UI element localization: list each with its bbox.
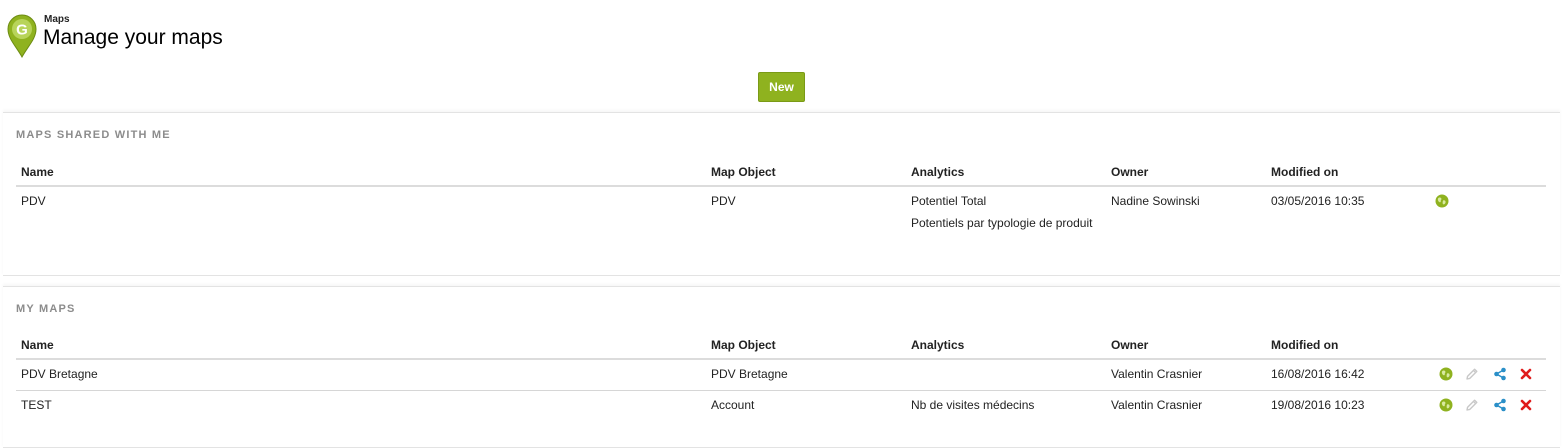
shared-maps-title: MAPS SHARED WITH ME — [16, 129, 171, 141]
app-name: Maps — [44, 14, 70, 25]
pencil-icon[interactable] — [1465, 398, 1479, 412]
column-header-analytics[interactable]: Analytics — [911, 338, 964, 352]
row-divider — [16, 390, 1546, 391]
share-icon[interactable] — [1493, 367, 1507, 381]
my-maps-title: MY MAPS — [16, 303, 76, 315]
delete-icon[interactable] — [1519, 367, 1533, 381]
map-modified-on: 19/08/2016 10:23 — [1271, 398, 1365, 412]
map-name: TEST — [21, 398, 52, 412]
map-modified-on: 03/05/2016 10:35 — [1271, 194, 1365, 208]
column-header-name[interactable]: Name — [21, 338, 54, 352]
logo-letter: G — [16, 22, 28, 39]
map-name: PDV Bretagne — [21, 367, 98, 381]
column-header-modified-on[interactable]: Modified on — [1271, 165, 1338, 179]
column-header-owner[interactable]: Owner — [1111, 165, 1148, 179]
page-header: G Maps Manage your maps — [0, 0, 1567, 68]
share-icon[interactable] — [1493, 398, 1507, 412]
map-modified-on: 16/08/2016 16:42 — [1271, 367, 1365, 381]
column-header-name[interactable]: Name — [21, 165, 54, 179]
map-object: PDV Bretagne — [711, 367, 788, 381]
map-object: PDV — [711, 194, 736, 208]
header-divider — [16, 185, 1546, 187]
map-owner: Valentin Crasnier — [1111, 398, 1203, 412]
map-analytics: Nb de visites médecins — [911, 398, 1035, 412]
map-object: Account — [711, 398, 755, 412]
column-header-owner[interactable]: Owner — [1111, 338, 1148, 352]
new-map-button[interactable]: New — [758, 72, 805, 102]
map-name: PDV — [21, 194, 46, 208]
delete-icon[interactable] — [1519, 398, 1533, 412]
my-maps-panel: MY MAPS Name Map Object Analytics Owner … — [3, 286, 1560, 448]
globe-icon[interactable] — [1439, 367, 1453, 381]
globe-icon[interactable] — [1439, 398, 1453, 412]
map-analytics: Potentiel Total — [911, 194, 987, 208]
pencil-icon[interactable] — [1465, 367, 1479, 381]
page-title: Manage your maps — [43, 26, 223, 49]
column-header-map-object[interactable]: Map Object — [711, 165, 776, 179]
map-owner: Valentin Crasnier — [1111, 367, 1203, 381]
globe-icon[interactable] — [1435, 194, 1449, 208]
map-analytics: Potentiels par typologie de produit — [911, 216, 1093, 230]
column-header-analytics[interactable]: Analytics — [911, 165, 964, 179]
column-header-modified-on[interactable]: Modified on — [1271, 338, 1338, 352]
column-header-map-object[interactable]: Map Object — [711, 338, 776, 352]
header-divider — [16, 358, 1546, 360]
shared-maps-panel: MAPS SHARED WITH ME Name Map Object Anal… — [3, 112, 1560, 276]
map-owner: Nadine Sowinski — [1111, 194, 1200, 208]
maps-logo-icon: G — [6, 12, 38, 59]
